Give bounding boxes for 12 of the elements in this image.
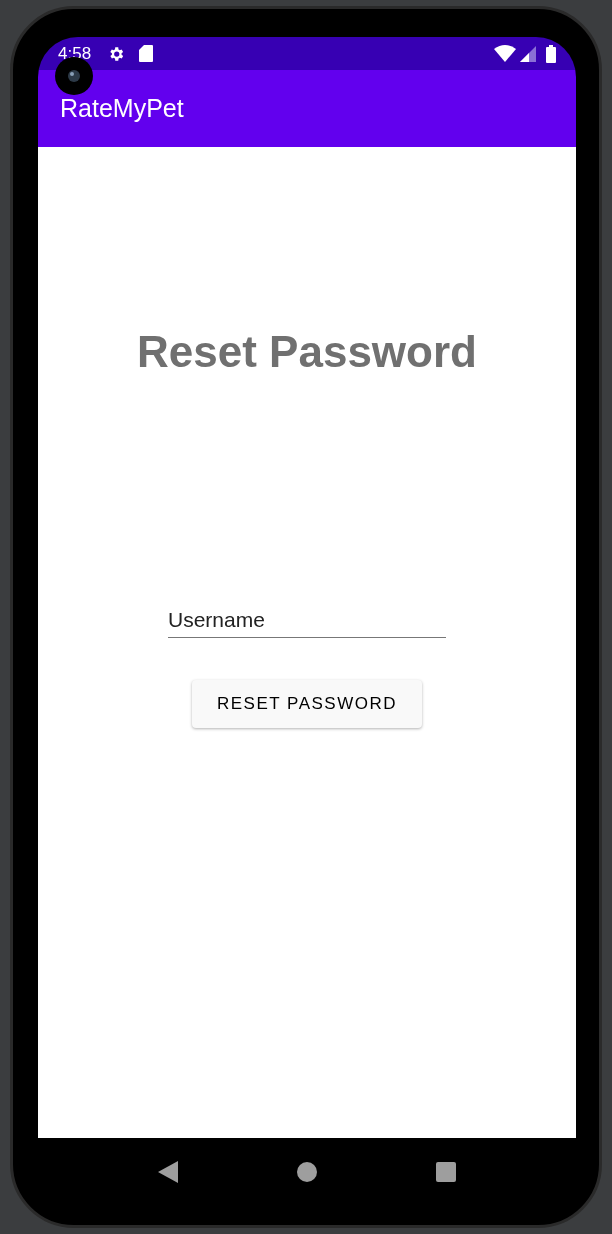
sd-card-icon: [139, 45, 154, 62]
app-title: RateMyPet: [60, 92, 184, 124]
back-icon[interactable]: [157, 1160, 178, 1183]
recents-icon[interactable]: [436, 1161, 457, 1182]
home-icon[interactable]: [297, 1161, 317, 1182]
camera-icon: [55, 57, 93, 95]
username-field[interactable]: Username: [168, 602, 446, 638]
battery-icon: [546, 44, 556, 63]
wifi-icon: [494, 45, 516, 62]
reset-password-button[interactable]: RESET PASSWORD: [192, 680, 422, 728]
page-heading: Reset Password: [137, 327, 477, 377]
signal-icon: [520, 45, 536, 62]
